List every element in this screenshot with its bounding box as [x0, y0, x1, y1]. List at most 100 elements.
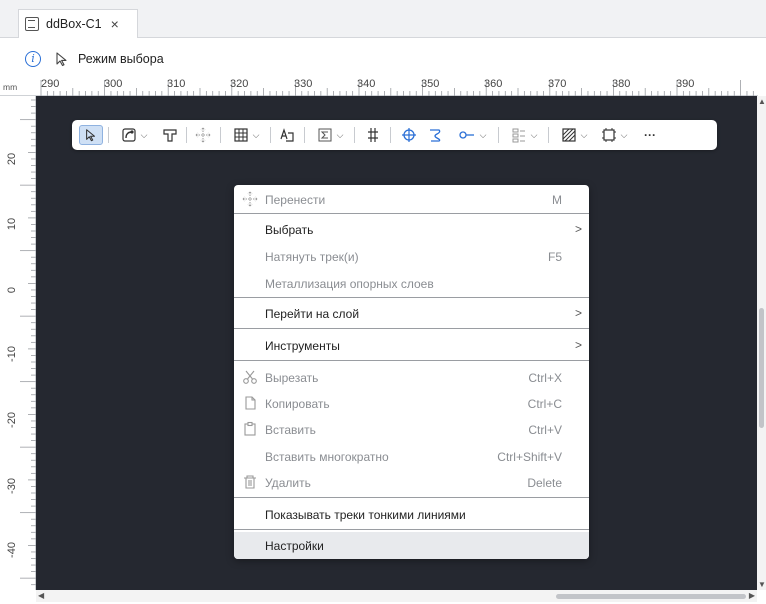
paste-icon	[244, 421, 256, 436]
align-icon	[512, 128, 525, 143]
vertical-scrollbar[interactable]: ▲ ▼	[757, 96, 766, 590]
context-menu: Перенести M Выбрать > Натянуть трек(и) F…	[234, 185, 589, 559]
chevron-right-icon: >	[574, 338, 582, 352]
menu-item-shortcut: M	[552, 193, 562, 207]
track-icon	[163, 129, 177, 142]
ruler-h-label: 390	[676, 78, 695, 90]
menu-item-copy[interactable]: Копировать Ctrl+C	[234, 390, 589, 416]
menu-item-shortcut: F5	[547, 250, 562, 264]
chevron-down-icon: ⌵	[336, 129, 344, 140]
sum-tool-button[interactable]: ⌵	[312, 125, 348, 145]
probe-icon	[458, 131, 474, 139]
menu-item-paste-multiple[interactable]: Вставить многократно Ctrl+Shift+V	[234, 443, 589, 469]
select-icon	[86, 129, 96, 142]
move-tool-button[interactable]	[192, 125, 214, 145]
ruler-h-label: 350	[421, 78, 440, 90]
fill-icon	[561, 128, 576, 142]
tab-bar: ddBox-C1 ×	[0, 0, 766, 38]
tune-tool-button[interactable]	[424, 125, 446, 145]
scrollbar-thumb[interactable]	[556, 594, 746, 599]
menu-item-metallization[interactable]: Металлизация опорных слоев	[234, 270, 589, 296]
menu-item-shortcut: Ctrl+Shift+V	[497, 450, 562, 464]
ruler-h-label: 370	[548, 78, 567, 90]
select-tool-button[interactable]	[79, 125, 103, 145]
ruler-v-label: -40	[6, 542, 18, 558]
menu-item-label: Удалить	[265, 476, 311, 490]
grid-icon	[233, 128, 248, 142]
text-icon	[280, 128, 294, 142]
sum-icon	[318, 128, 332, 142]
probe-tool-button[interactable]: ⌵	[452, 125, 492, 145]
tab-label: ddBox-C1	[46, 17, 102, 31]
menu-item-label: Настройки	[265, 539, 324, 553]
track-tool-button[interactable]	[159, 125, 181, 145]
diff-pair-tool-button[interactable]	[362, 125, 384, 145]
menu-item-thin-tracks[interactable]: Показывать треки тонкими линиями	[234, 501, 589, 527]
scroll-up-icon[interactable]: ▲	[758, 97, 766, 106]
close-icon[interactable]: ×	[111, 17, 119, 31]
frame-icon	[601, 128, 616, 142]
menu-item-label: Вставить	[265, 423, 316, 437]
copy-icon	[245, 396, 256, 410]
chevron-right-icon: >	[574, 222, 582, 236]
menu-item-select[interactable]: Выбрать >	[234, 216, 589, 242]
menu-item-tools[interactable]: Инструменты >	[234, 332, 589, 358]
menu-item-move[interactable]: Перенести M	[234, 186, 589, 212]
via-tool-button[interactable]	[398, 125, 420, 145]
chevron-down-icon: ⌵	[580, 129, 588, 140]
cursor-icon	[56, 52, 67, 67]
move-icon	[242, 191, 258, 207]
menu-item-shortcut: Delete	[527, 476, 562, 490]
fill-tool-button[interactable]: ⌵	[556, 125, 592, 145]
grid-tool-button[interactable]: ⌵	[228, 125, 264, 145]
tab-ddbox[interactable]: ddBox-C1 ×	[18, 9, 138, 38]
floating-toolbar: ⌵ ⌵ ⌵ ⌵ ⌵ ⌵ ⌵ ···	[72, 120, 717, 150]
info-icon[interactable]: i	[25, 51, 41, 67]
ruler-horizontal: mm 290 300 310 320 330 340 350 360 370 3…	[0, 76, 758, 96]
via-icon	[402, 128, 416, 142]
align-tool-button[interactable]: ⌵	[506, 125, 542, 145]
chevron-down-icon: ⌵	[252, 129, 260, 140]
menu-item-label: Натянуть трек(и)	[265, 250, 359, 264]
chevron-down-icon: ⌵	[140, 129, 148, 140]
move-icon	[195, 127, 211, 143]
ruler-v-label: -10	[6, 346, 18, 362]
menu-item-stretch-tracks[interactable]: Натянуть трек(и) F5	[234, 243, 589, 269]
tune-icon	[430, 129, 441, 142]
more-icon[interactable]: ···	[638, 125, 662, 145]
ruler-h-label: 300	[104, 78, 123, 90]
ruler-v-label: 0	[6, 286, 18, 294]
menu-item-delete[interactable]: Удалить Delete	[234, 469, 589, 495]
menu-item-label: Инструменты	[265, 339, 340, 353]
diff-pair-icon	[368, 128, 378, 142]
scroll-right-icon[interactable]: ▶	[749, 591, 755, 600]
trash-icon	[244, 475, 256, 489]
frame-tool-button[interactable]: ⌵	[596, 125, 632, 145]
scroll-down-icon[interactable]: ▼	[758, 580, 766, 589]
chevron-down-icon: ⌵	[479, 129, 487, 140]
menu-item-label: Вырезать	[265, 371, 319, 385]
mode-label: Режим выбора	[78, 52, 164, 66]
ruler-vertical: 20 10 0 -10 -20 -30 -40	[0, 96, 36, 590]
scrollbar-thumb[interactable]	[759, 308, 764, 428]
horizontal-scrollbar[interactable]: ◀ ▶	[36, 590, 757, 602]
ruler-h-label: 340	[357, 78, 376, 90]
menu-item-goto-layer[interactable]: Перейти на слой >	[234, 300, 589, 326]
menu-item-label: Вставить многократно	[265, 450, 389, 464]
ruler-v-label: -30	[6, 478, 18, 494]
ruler-v-label: 20	[6, 152, 18, 166]
text-tool-button[interactable]	[276, 125, 298, 145]
menu-item-settings[interactable]: Настройки	[234, 532, 589, 559]
scroll-left-icon[interactable]: ◀	[38, 591, 44, 600]
menu-item-label: Показывать треки тонкими линиями	[265, 508, 466, 522]
menu-item-shortcut: Ctrl+V	[528, 423, 562, 437]
menu-item-paste[interactable]: Вставить Ctrl+V	[234, 416, 589, 442]
ruler-h-label: 320	[230, 78, 249, 90]
route-icon	[121, 128, 136, 142]
menu-item-cut[interactable]: Вырезать Ctrl+X	[234, 364, 589, 390]
route-tool-button[interactable]: ⌵	[116, 125, 152, 145]
ruler-h-label: 310	[167, 78, 186, 90]
menu-item-label: Металлизация опорных слоев	[265, 277, 434, 291]
chevron-down-icon: ⌵	[530, 129, 538, 140]
menu-item-label: Копировать	[265, 397, 330, 411]
